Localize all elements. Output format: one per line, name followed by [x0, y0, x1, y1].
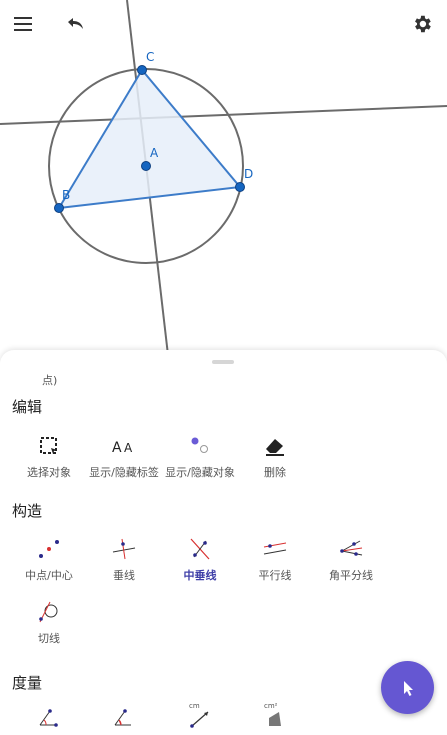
svg-text:A: A: [124, 441, 133, 455]
point-c[interactable]: [137, 65, 147, 75]
perpendicular-bisector-icon: [190, 538, 210, 560]
point-d[interactable]: [235, 182, 245, 192]
point-label-b: B: [62, 188, 70, 202]
tool-perpendicular-line[interactable]: 垂线: [86, 535, 162, 583]
tool-label: 平行线: [258, 569, 292, 582]
point-b[interactable]: [54, 203, 64, 213]
midpoint-icon: [39, 540, 59, 558]
tool-select-object[interactable]: 选择对象: [11, 432, 87, 480]
tool-label: 中垂线: [183, 569, 217, 582]
tool-perpendicular-bisector[interactable]: 中垂线: [162, 535, 238, 583]
point-label-d: D: [244, 167, 253, 181]
tool-show-hide-label[interactable]: A A 显示/隐藏标签: [86, 432, 162, 480]
show-hide-icon: [191, 437, 208, 453]
point-label-c: C: [146, 50, 154, 64]
tool-label: 删除: [264, 466, 286, 479]
section-title-measure: 度量: [12, 674, 43, 692]
label-aa-icon: A A: [112, 440, 133, 455]
tool-tangent[interactable]: 切线: [11, 598, 87, 646]
menu-icon: [14, 17, 32, 31]
point-a[interactable]: [141, 161, 151, 171]
gear-icon: [415, 15, 431, 33]
svg-text:A: A: [112, 440, 122, 455]
point-label-a: A: [150, 146, 159, 160]
drag-handle[interactable]: [212, 360, 234, 364]
angle-icon: [39, 709, 58, 727]
tool-label: 角平分线: [329, 569, 373, 582]
tool-label: 切线: [38, 632, 60, 645]
angle-given-size-icon: [114, 709, 131, 726]
undo-icon: [68, 18, 83, 29]
tool-angle-given-size[interactable]: [86, 705, 162, 733]
tool-label: 显示/隐藏标签: [89, 466, 159, 479]
tool-label: 选择对象: [27, 466, 71, 479]
tool-delete[interactable]: 删除: [237, 432, 313, 480]
move-tool-fab[interactable]: [381, 661, 434, 714]
graphics-canvas[interactable]: A B C D: [0, 0, 447, 355]
tool-angle-bisector[interactable]: 角平分线: [313, 535, 389, 583]
tool-label: 中点/中心: [25, 569, 73, 582]
cursor-arrow-icon: [403, 680, 413, 696]
menu-button[interactable]: [7, 8, 39, 40]
eraser-icon: [266, 439, 284, 456]
partial-tool-label: 点): [42, 374, 58, 387]
area-unit-label: cm²: [264, 702, 278, 710]
tool-parallel-line[interactable]: 平行线: [237, 535, 313, 583]
tool-label: 垂线: [113, 569, 135, 582]
angle-bisector-icon: [340, 540, 363, 556]
tool-midpoint[interactable]: 中点/中心: [11, 535, 87, 583]
tangent-icon: [39, 601, 58, 623]
parallel-line-icon: [263, 542, 287, 555]
tool-show-hide-object[interactable]: 显示/隐藏对象: [162, 432, 238, 480]
section-title-edit: 编辑: [12, 398, 43, 416]
tool-distance[interactable]: cm: [162, 702, 238, 730]
section-title-construct: 构造: [12, 502, 43, 520]
tool-angle[interactable]: [11, 705, 87, 733]
tools-panel: 点) 编辑 选择对象 A A 显示/隐藏标签 显示/隐藏对象 删除 构造 中点/…: [0, 350, 447, 735]
select-box-icon: [40, 437, 57, 454]
undo-button[interactable]: [59, 8, 91, 40]
settings-button[interactable]: [406, 8, 438, 40]
tool-label: 显示/隐藏对象: [165, 466, 235, 479]
distance-unit-label: cm: [189, 702, 200, 710]
tool-area[interactable]: cm²: [237, 702, 313, 730]
perpendicular-line-icon: [112, 538, 136, 560]
